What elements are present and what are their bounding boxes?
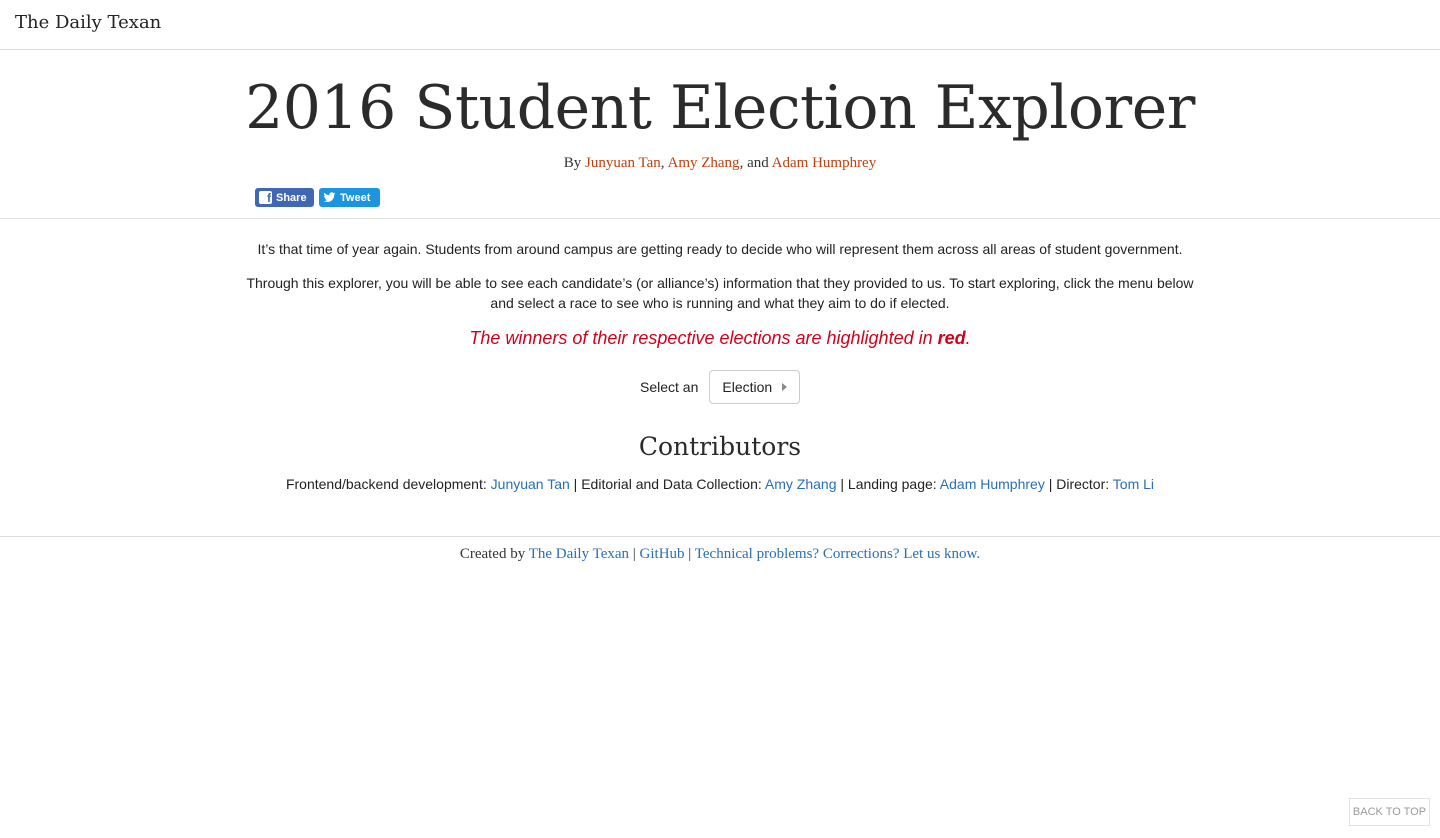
contributor-link-adam-humphrey[interactable]: Adam Humphrey — [940, 476, 1045, 492]
footer-divider — [0, 536, 1440, 537]
contributor-link-amy-zhang[interactable]: Amy Zhang — [765, 476, 837, 492]
footer-link-daily-texan[interactable]: The Daily Texan — [529, 546, 629, 562]
footer-separator: | — [629, 546, 640, 562]
byline-separator: , and — [739, 155, 772, 171]
contributor-role: Editorial and Data Collection: — [581, 476, 765, 492]
footer-prefix: Created by — [459, 546, 529, 562]
facebook-icon: f — [259, 191, 272, 204]
selector-label: Select an — [640, 379, 699, 395]
contributors-heading: Contributors — [638, 432, 802, 461]
winners-note: The winners of their respective election… — [0, 328, 1440, 349]
tweet-label: Tweet — [340, 191, 371, 204]
byline: By Junyuan Tan, Amy Zhang, and Adam Hump… — [0, 155, 1440, 172]
back-to-top-button[interactable]: BACK TO TOP — [1349, 798, 1430, 826]
footer-link-github[interactable]: GitHub — [640, 546, 685, 562]
footer: Created by The Daily Texan | GitHub | Te… — [0, 544, 1440, 564]
author-link-adam-humphrey[interactable]: Adam Humphrey — [772, 155, 877, 171]
tweet-button[interactable]: Tweet — [319, 188, 380, 207]
author-link-junyuan-tan[interactable]: Junyuan Tan — [585, 155, 661, 171]
top-navbar: The Daily Texan — [0, 0, 1440, 50]
winners-note-emphasis: red — [937, 328, 966, 348]
caret-right-icon — [782, 383, 788, 391]
byline-prefix: By — [563, 155, 586, 171]
contributor-role: Landing page: — [847, 476, 940, 492]
contributor-link-tom-li[interactable]: Tom Li — [1113, 476, 1154, 492]
contributor-link-junyuan-tan[interactable]: Junyuan Tan — [491, 476, 570, 492]
election-selector: Select an Election — [640, 370, 801, 404]
election-dropdown-label: Election — [722, 379, 773, 395]
social-share-row: f Share Tweet — [255, 188, 380, 207]
contributor-separator: | — [1044, 476, 1057, 492]
contributor-separator: | — [569, 476, 582, 492]
author-link-amy-zhang[interactable]: Amy Zhang — [667, 155, 739, 171]
winners-note-period: . — [965, 328, 971, 348]
twitter-bird-icon — [323, 191, 336, 204]
contributor-separator: | — [836, 476, 848, 492]
share-label: Share — [276, 191, 307, 204]
page-title: 2016 Student Election Explorer — [245, 73, 1195, 143]
contributors-list: Frontend/backend development: Junyuan Ta… — [0, 474, 1440, 494]
election-dropdown-button[interactable]: Election — [709, 370, 801, 404]
header-divider — [0, 218, 1440, 219]
intro-paragraph-2: Through this explorer, you will be able … — [246, 275, 1194, 311]
brand-link[interactable]: The Daily Texan — [15, 12, 161, 33]
facebook-share-button[interactable]: f Share — [255, 188, 314, 207]
footer-separator: | — [684, 546, 695, 562]
winners-note-text: The winners of their respective election… — [469, 328, 938, 348]
intro-paragraph-1: It’s that time of year again. Students f… — [257, 241, 1183, 257]
contributor-role: Director: — [1056, 476, 1113, 492]
footer-link-contact[interactable]: Technical problems? Corrections? Let us … — [695, 546, 980, 562]
contributor-role: Frontend/backend development: — [285, 476, 491, 492]
